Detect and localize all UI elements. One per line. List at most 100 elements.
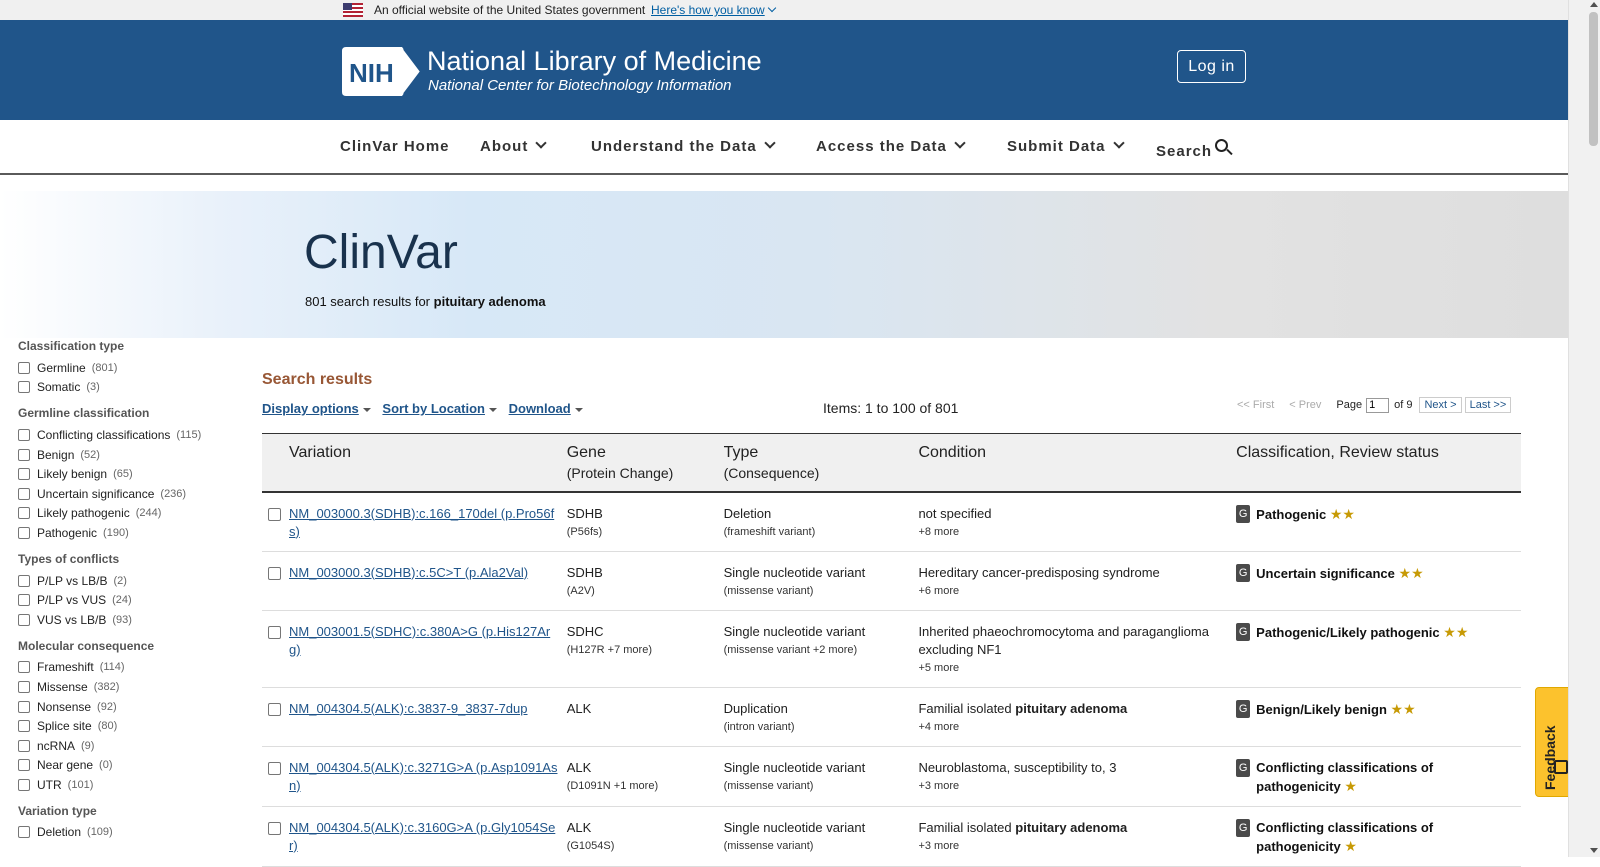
row-checkbox[interactable]: [268, 821, 281, 835]
us-flag-icon: [343, 3, 363, 17]
facet-checkbox[interactable]: [18, 526, 30, 539]
nav-access-data[interactable]: Access the Data: [816, 137, 966, 155]
how-you-know-link[interactable]: Here's how you know: [651, 3, 776, 17]
condition-more[interactable]: +6 more: [918, 582, 1228, 600]
facet-checkbox[interactable]: [18, 428, 30, 441]
vertical-scrollbar[interactable]: [1568, 0, 1600, 857]
scroll-down-icon[interactable]: [1590, 848, 1598, 853]
facet-checkbox[interactable]: [18, 720, 30, 733]
table-row: NM_004304.5(ALK):c.3271G>A (p.Asp1091Asn…: [262, 746, 1521, 807]
variation-link[interactable]: NM_004304.5(ALK):c.3271G>A (p.Asp1091Asn…: [289, 760, 557, 793]
login-button[interactable]: Log in: [1177, 50, 1246, 83]
facet-group-title: Molecular consequence: [18, 638, 155, 653]
facet-plp-vs-vus[interactable]: P/LP vs VUS (24): [18, 590, 248, 610]
gene-name: ALK: [566, 700, 592, 716]
facet-checkbox[interactable]: [18, 739, 30, 752]
facet-checkbox[interactable]: [18, 661, 30, 674]
facet-plp-vs-lbb[interactable]: P/LP vs LB/B (2): [18, 571, 248, 591]
nav-search[interactable]: Search: [1156, 138, 1233, 160]
facet-vus-vs-lbb[interactable]: VUS vs LB/B (93): [18, 610, 248, 630]
facet-conflicting[interactable]: Conflicting classifications (115): [18, 425, 248, 445]
facet-nonsense[interactable]: Nonsense (92): [18, 697, 248, 717]
nav-submit-data[interactable]: Submit Data: [1007, 137, 1125, 155]
classification-label: Pathogenic/Likely pathogenic: [1256, 624, 1440, 640]
facet-splice-site[interactable]: Splice site (80): [18, 716, 248, 736]
header-condition[interactable]: Condition: [914, 433, 1233, 493]
facet-missense[interactable]: Missense (382): [18, 677, 248, 697]
facet-germline[interactable]: Germline (801): [18, 358, 248, 378]
facet-checkbox[interactable]: [18, 826, 30, 839]
facet-group-variation-type: Variation type Deletion (109): [18, 804, 248, 843]
row-checkbox[interactable]: [268, 761, 281, 775]
variation-link[interactable]: NM_003000.3(SDHB):c.5C>T (p.Ala2Val): [289, 565, 528, 580]
row-checkbox[interactable]: [268, 625, 281, 639]
variation-link[interactable]: NM_003000.3(SDHB):c.166_170del (p.Pro56f…: [289, 506, 554, 539]
header-gene[interactable]: Gene (Protein Change): [562, 433, 720, 493]
facet-checkbox[interactable]: [18, 468, 30, 481]
row-checkbox[interactable]: [268, 566, 281, 580]
download-button[interactable]: Download: [509, 401, 585, 416]
site-header: NIH National Library of Medicine Nationa…: [0, 20, 1568, 120]
facet-uncertain[interactable]: Uncertain significance (236): [18, 484, 248, 504]
nav-understand-data[interactable]: Understand the Data: [591, 137, 776, 155]
facet-checkbox[interactable]: [18, 574, 30, 587]
display-options-button[interactable]: Display options: [262, 401, 373, 416]
classification-cell: G Conflicting classifications of pathogen…: [1236, 818, 1517, 856]
facet-pathogenic[interactable]: Pathogenic (190): [18, 523, 248, 543]
variation-link[interactable]: NM_003001.5(SDHC):c.380A>G (p.His127Arg): [289, 624, 550, 657]
condition-more[interactable]: +5 more: [918, 659, 1228, 677]
facet-somatic[interactable]: Somatic (3): [18, 378, 248, 398]
condition-more[interactable]: +3 more: [918, 777, 1228, 795]
row-checkbox[interactable]: [268, 702, 281, 716]
facet-frameshift[interactable]: Frameshift (114): [18, 658, 248, 678]
variant-type: Deletion: [723, 505, 772, 521]
facet-checkbox[interactable]: [18, 680, 30, 693]
gene-name: ALK: [566, 819, 592, 835]
header-type[interactable]: Type (Consequence): [719, 433, 915, 493]
facet-deletion[interactable]: Deletion (109): [18, 823, 248, 843]
nav-about[interactable]: About: [480, 137, 547, 155]
facet-likely-pathogenic[interactable]: Likely pathogenic (244): [18, 504, 248, 524]
facet-checkbox[interactable]: [18, 448, 30, 461]
facet-checkbox[interactable]: [18, 613, 30, 626]
variant-type: Single nucleotide variant: [723, 623, 866, 639]
scrollbar-thumb[interactable]: [1589, 12, 1598, 146]
gov-banner: An official website of the United States…: [0, 0, 1568, 20]
review-stars-icon: ★: [1344, 837, 1357, 854]
facet-utr[interactable]: UTR (101): [18, 775, 248, 795]
facet-checkbox[interactable]: [18, 487, 30, 500]
nlm-title[interactable]: National Library of Medicine: [427, 46, 762, 77]
facet-checkbox[interactable]: [18, 700, 30, 713]
scroll-up-icon[interactable]: [1590, 2, 1598, 7]
condition-more[interactable]: +3 more: [918, 837, 1228, 855]
condition-more[interactable]: +8 more: [918, 523, 1228, 541]
nav-clinvar-home[interactable]: ClinVar Home: [340, 138, 450, 155]
facet-likely-benign[interactable]: Likely benign (65): [18, 464, 248, 484]
condition-more[interactable]: +4 more: [918, 718, 1228, 736]
facet-benign[interactable]: Benign (52): [18, 445, 248, 465]
review-stars-icon: ★: [1344, 777, 1357, 794]
page-number-input[interactable]: [1366, 397, 1390, 413]
facet-near-gene[interactable]: Near gene (0): [18, 756, 248, 776]
facet-checkbox[interactable]: [18, 759, 30, 772]
sort-button[interactable]: Sort by Location: [382, 401, 499, 416]
facet-checkbox[interactable]: [18, 381, 30, 394]
facet-ncrna[interactable]: ncRNA (9): [18, 736, 248, 756]
classification-cell: G Benign/Likely benign ★★: [1236, 699, 1517, 719]
facet-checkbox[interactable]: [18, 778, 30, 791]
facet-checkbox[interactable]: [18, 594, 30, 607]
nih-logo[interactable]: NIH: [342, 47, 420, 96]
row-checkbox[interactable]: [268, 507, 281, 521]
header-variation[interactable]: Variation: [285, 433, 563, 493]
page-of-label: of 9: [1394, 399, 1413, 411]
next-page-button[interactable]: Next >: [1419, 397, 1462, 413]
last-page-button[interactable]: Last >>: [1464, 397, 1512, 413]
germline-badge: G: [1236, 622, 1251, 641]
germline-badge: G: [1236, 563, 1251, 582]
facet-checkbox[interactable]: [18, 361, 30, 374]
dropdown-triangle-icon: [362, 408, 371, 412]
header-classification[interactable]: Classification, Review status: [1232, 433, 1521, 493]
facet-checkbox[interactable]: [18, 507, 30, 520]
variation-link[interactable]: NM_004304.5(ALK):c.3837-9_3837-7dup: [289, 701, 528, 716]
variation-link[interactable]: NM_004304.5(ALK):c.3160G>A (p.Gly1054Ser…: [289, 820, 555, 853]
